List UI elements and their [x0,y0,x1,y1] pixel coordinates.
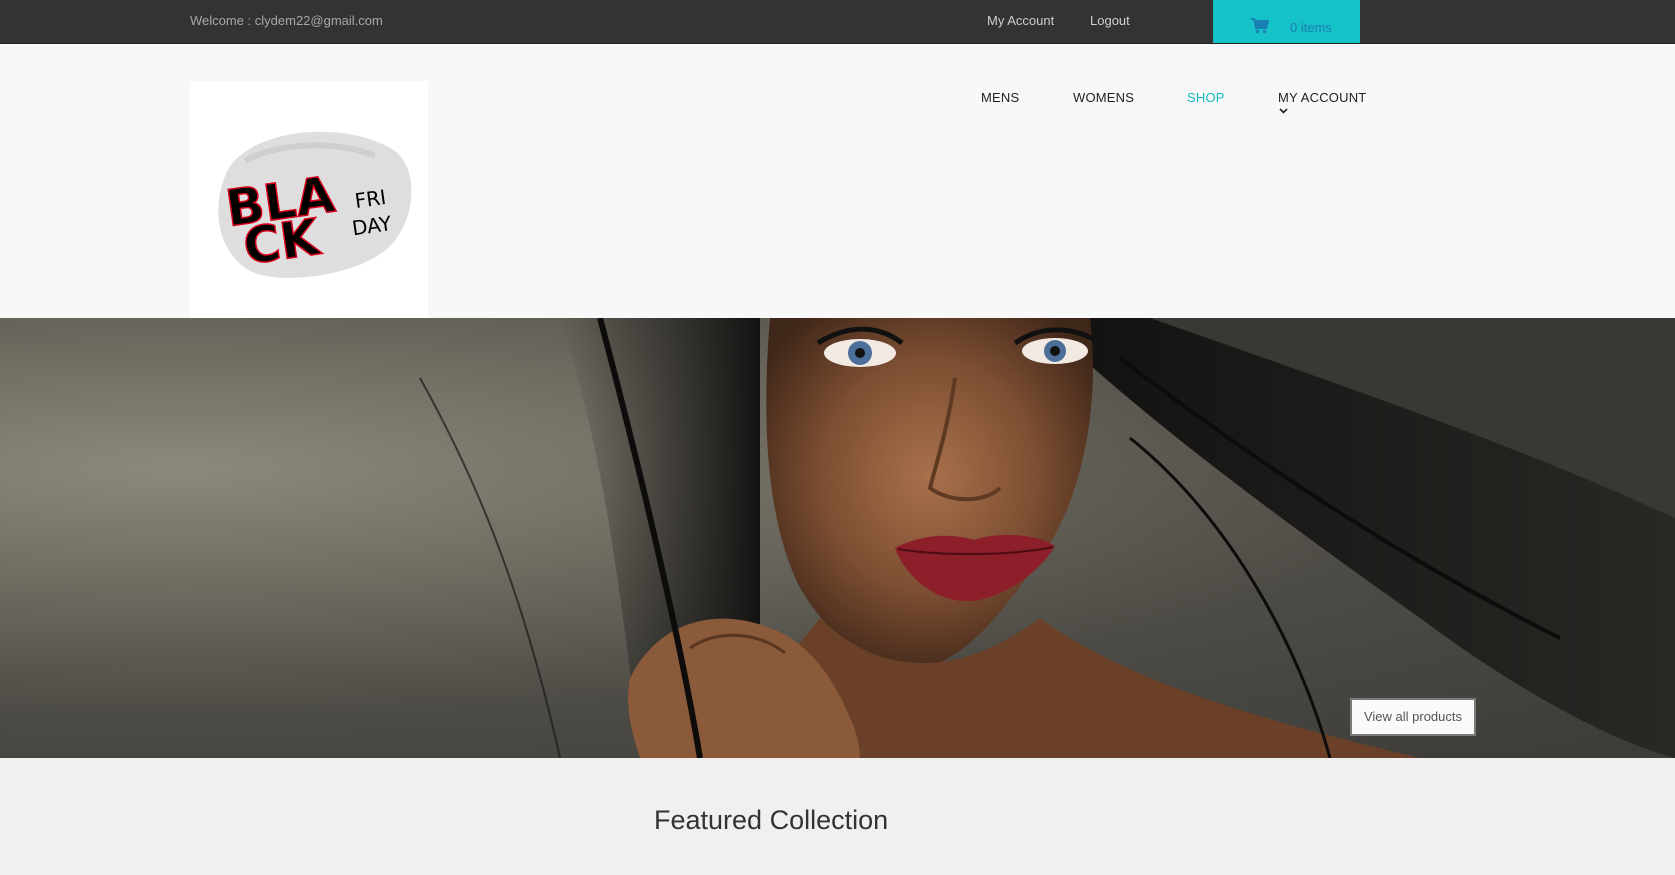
featured-section: Featured Collection [0,758,1675,875]
nav-shop[interactable]: SHOP [1187,90,1225,105]
site-header: BLA CK FRI DAY MENS WOMENS SHOP MY ACCOU… [0,44,1675,318]
hero-image [419,318,1675,758]
logout-link[interactable]: Logout [1090,13,1130,28]
shopping-cart-icon [1251,18,1269,34]
black-friday-logo: BLA CK FRI DAY [218,131,412,278]
nav-mens[interactable]: MENS [981,90,1019,105]
logo-text-fri: FRI [353,185,387,213]
nav-womens[interactable]: WOMENS [1073,90,1134,105]
nav-my-account[interactable]: MY ACCOUNT [1278,90,1366,105]
view-all-products-button[interactable]: View all products [1350,698,1476,736]
top-bar: Welcome : clydem22@gmail.com My Account … [0,0,1675,44]
my-account-link[interactable]: My Account [987,13,1054,28]
logo-text-ck: CK [240,208,325,276]
chevron-down-icon[interactable] [1279,108,1288,114]
hero-banner: View all products [0,318,1675,758]
welcome-text: Welcome : clydem22@gmail.com [190,13,383,28]
cart-button[interactable]: 0 items [1213,0,1360,43]
store-logo[interactable]: BLA CK FRI DAY [190,81,428,318]
featured-collection-title: Featured Collection [654,805,889,835]
cart-item-count: 0 items [1290,20,1332,35]
